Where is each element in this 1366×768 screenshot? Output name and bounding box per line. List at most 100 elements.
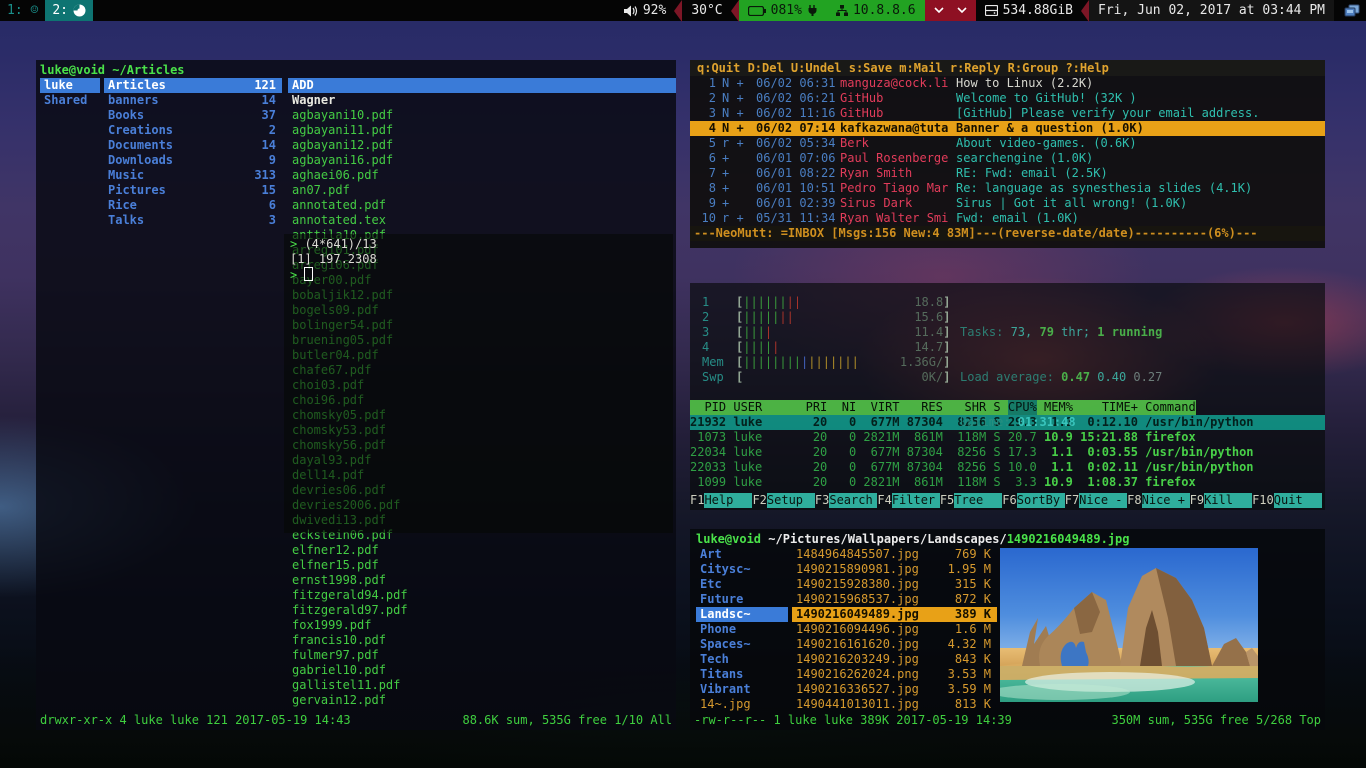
- mail-row[interactable]: 6 + 06/01 07:06 Paul Rosenberge searchen…: [690, 151, 1325, 166]
- file-row[interactable]: 1490215968537.jpg872 K: [792, 592, 997, 607]
- file-row[interactable]: agbayani11.pdf: [288, 123, 676, 138]
- file-row[interactable]: elfner15.pdf: [288, 558, 676, 573]
- function-key-button[interactable]: F10Quit: [1252, 493, 1322, 508]
- mail-row[interactable]: 4 N + 06/02 07:14 kafkazwana@tuta Banner…: [690, 121, 1325, 136]
- mail-row[interactable]: 8 + 06/01 10:51 Pedro Tiago Mar Re: lang…: [690, 181, 1325, 196]
- file-row[interactable]: annotated.pdf: [288, 198, 676, 213]
- dir-name: Talks: [108, 213, 144, 228]
- file-row[interactable]: gervain12.pdf: [288, 693, 676, 708]
- file-row[interactable]: Wagner: [288, 93, 676, 108]
- file-row[interactable]: aghaei06.pdf: [288, 168, 676, 183]
- dir-row[interactable]: Creations2: [104, 123, 282, 138]
- workspace-tag-1[interactable]: 1: ☺: [0, 0, 45, 21]
- function-key-button[interactable]: F5Tree: [940, 493, 1002, 508]
- process-row[interactable]: 22033 luke 20 0 677M 87304 8256 S 10.0 1…: [690, 460, 1325, 475]
- workspace-tag-2[interactable]: 2:: [45, 0, 93, 21]
- file-row[interactable]: 1484964845507.jpg769 K: [792, 547, 997, 562]
- file-row[interactable]: fulmer97.pdf: [288, 648, 676, 663]
- file-row[interactable]: annotated.tex: [288, 213, 676, 228]
- file-row[interactable]: elfner12.pdf: [288, 543, 676, 558]
- function-key-button[interactable]: F9Kill: [1190, 493, 1252, 508]
- disk-module[interactable]: 534.88GiB: [976, 0, 1082, 21]
- file-row[interactable]: 1490441013011.jpg813 K: [792, 697, 997, 712]
- dir-row[interactable]: banners14: [104, 93, 282, 108]
- dir-row[interactable]: Vibrant: [696, 682, 788, 697]
- dir-row[interactable]: Phone: [696, 622, 788, 637]
- dir-row[interactable]: Documents14: [104, 138, 282, 153]
- mail-row[interactable]: 10 r + 05/31 11:34 Ryan Walter Smi Fwd: …: [690, 211, 1325, 226]
- mail-sender: Sirus Dark: [840, 196, 956, 211]
- file-row[interactable]: gallistel11.pdf: [288, 678, 676, 693]
- file-row[interactable]: 1490216262024.png3.53 M: [792, 667, 997, 682]
- updates-module[interactable]: [925, 0, 976, 21]
- file-row[interactable]: fitzgerald97.pdf: [288, 603, 676, 618]
- mail-subject: How to Linux (2.2K): [956, 76, 1325, 91]
- network-module[interactable]: 10.8.8.6: [827, 0, 925, 21]
- file-row[interactable]: 1490215928380.jpg315 K: [792, 577, 997, 592]
- function-key-button[interactable]: F7Nice -: [1065, 493, 1127, 508]
- function-key-button[interactable]: F6SortBy: [1002, 493, 1064, 508]
- parent-dir-row[interactable]: Shared: [40, 93, 100, 108]
- mail-row[interactable]: 7 + 06/01 08:22 Ryan Smith RE: Fwd: emai…: [690, 166, 1325, 181]
- dir-name: Citysc~: [700, 562, 751, 577]
- temperature-module[interactable]: 30°C: [682, 0, 731, 21]
- function-key-button[interactable]: F1Help: [690, 493, 752, 508]
- file-row[interactable]: 1490216161620.jpg4.32 M: [792, 637, 997, 652]
- mail-row[interactable]: 9 + 06/01 02:39 Sirus Dark Sirus | Got i…: [690, 196, 1325, 211]
- dir-row[interactable]: 14~.jpg: [696, 697, 788, 712]
- dir-row[interactable]: Talks3: [104, 213, 282, 228]
- dir-row[interactable]: Articles121: [104, 78, 282, 93]
- dir-row[interactable]: Citysc~: [696, 562, 788, 577]
- dir-row[interactable]: Future: [696, 592, 788, 607]
- file-row[interactable]: 1490216203249.jpg843 K: [792, 652, 997, 667]
- dir-row[interactable]: Music313: [104, 168, 282, 183]
- file-row[interactable]: francis10.pdf: [288, 633, 676, 648]
- file-row[interactable]: ernst1998.pdf: [288, 573, 676, 588]
- process-row[interactable]: 1099 luke 20 0 2821M 861M 118M S 3.3 10.…: [690, 475, 1325, 490]
- dir-row[interactable]: Pictures15: [104, 183, 282, 198]
- dir-row[interactable]: Titans: [696, 667, 788, 682]
- file-row[interactable]: gabriel10.pdf: [288, 663, 676, 678]
- file-row[interactable]: 1490216094496.jpg1.6 M: [792, 622, 997, 637]
- process-command: 1.1 0:02.11 /usr/bin/python: [1037, 460, 1254, 475]
- desktop: { "bar": { "tags": [ {"label": "1: ☺", "…: [0, 0, 1366, 768]
- parent-dir-row[interactable]: luke: [40, 78, 100, 93]
- ranger-title: luke@void ~/Pictures/Wallpapers/Landscap…: [696, 531, 1325, 547]
- temperature-value: 30°C: [691, 0, 722, 21]
- dir-row[interactable]: Tech: [696, 652, 788, 667]
- mail-sender: Pedro Tiago Mar: [840, 181, 956, 196]
- function-key-button[interactable]: F4Filter: [877, 493, 939, 508]
- file-row[interactable]: 1490216049489.jpg389 K: [792, 607, 997, 622]
- dir-row[interactable]: Spaces~: [696, 637, 788, 652]
- mail-row[interactable]: 2 N + 06/02 06:21 GitHub Welcome to GitH…: [690, 91, 1325, 106]
- function-key-button[interactable]: F3Search: [815, 493, 877, 508]
- file-row[interactable]: 1490215890981.jpg1.95 M: [792, 562, 997, 577]
- volume-module[interactable]: 92%: [615, 0, 675, 21]
- function-key-button[interactable]: F8Nice +: [1127, 493, 1189, 508]
- terminal-line[interactable]: >: [290, 267, 667, 283]
- dir-row[interactable]: Etc: [696, 577, 788, 592]
- mail-row[interactable]: 5 r + 06/02 05:34 Berk About video-games…: [690, 136, 1325, 151]
- file-row[interactable]: agbayani16.pdf: [288, 153, 676, 168]
- file-row[interactable]: an07.pdf: [288, 183, 676, 198]
- function-key-button[interactable]: F2Setup: [752, 493, 814, 508]
- file-row[interactable]: 1490216336527.jpg3.59 M: [792, 682, 997, 697]
- file-row[interactable]: ADD: [288, 78, 676, 93]
- file-row[interactable]: agbayani10.pdf: [288, 108, 676, 123]
- file-row[interactable]: fitzgerald94.pdf: [288, 588, 676, 603]
- file-row[interactable]: agbayani12.pdf: [288, 138, 676, 153]
- systray[interactable]: [1334, 4, 1366, 18]
- fkey-number: F6: [1002, 493, 1016, 508]
- file-name: agbayani16.pdf: [292, 153, 393, 168]
- dir-row[interactable]: Rice6: [104, 198, 282, 213]
- workspace-tag-2-label: 2:: [52, 0, 68, 21]
- mail-row[interactable]: 1 N + 06/02 06:31 manguza@cock.li How to…: [690, 76, 1325, 91]
- dir-row[interactable]: Books37: [104, 108, 282, 123]
- dir-row[interactable]: Downloads9: [104, 153, 282, 168]
- mail-row[interactable]: 3 N + 06/02 11:16 GitHub [GitHub] Please…: [690, 106, 1325, 121]
- battery-module[interactable]: 081%: [739, 0, 827, 21]
- clock-module[interactable]: Fri, Jun 02, 2017 at 03:44 PM: [1089, 0, 1334, 21]
- dir-row[interactable]: Landsc~: [696, 607, 788, 622]
- dir-row[interactable]: Art: [696, 547, 788, 562]
- file-row[interactable]: fox1999.pdf: [288, 618, 676, 633]
